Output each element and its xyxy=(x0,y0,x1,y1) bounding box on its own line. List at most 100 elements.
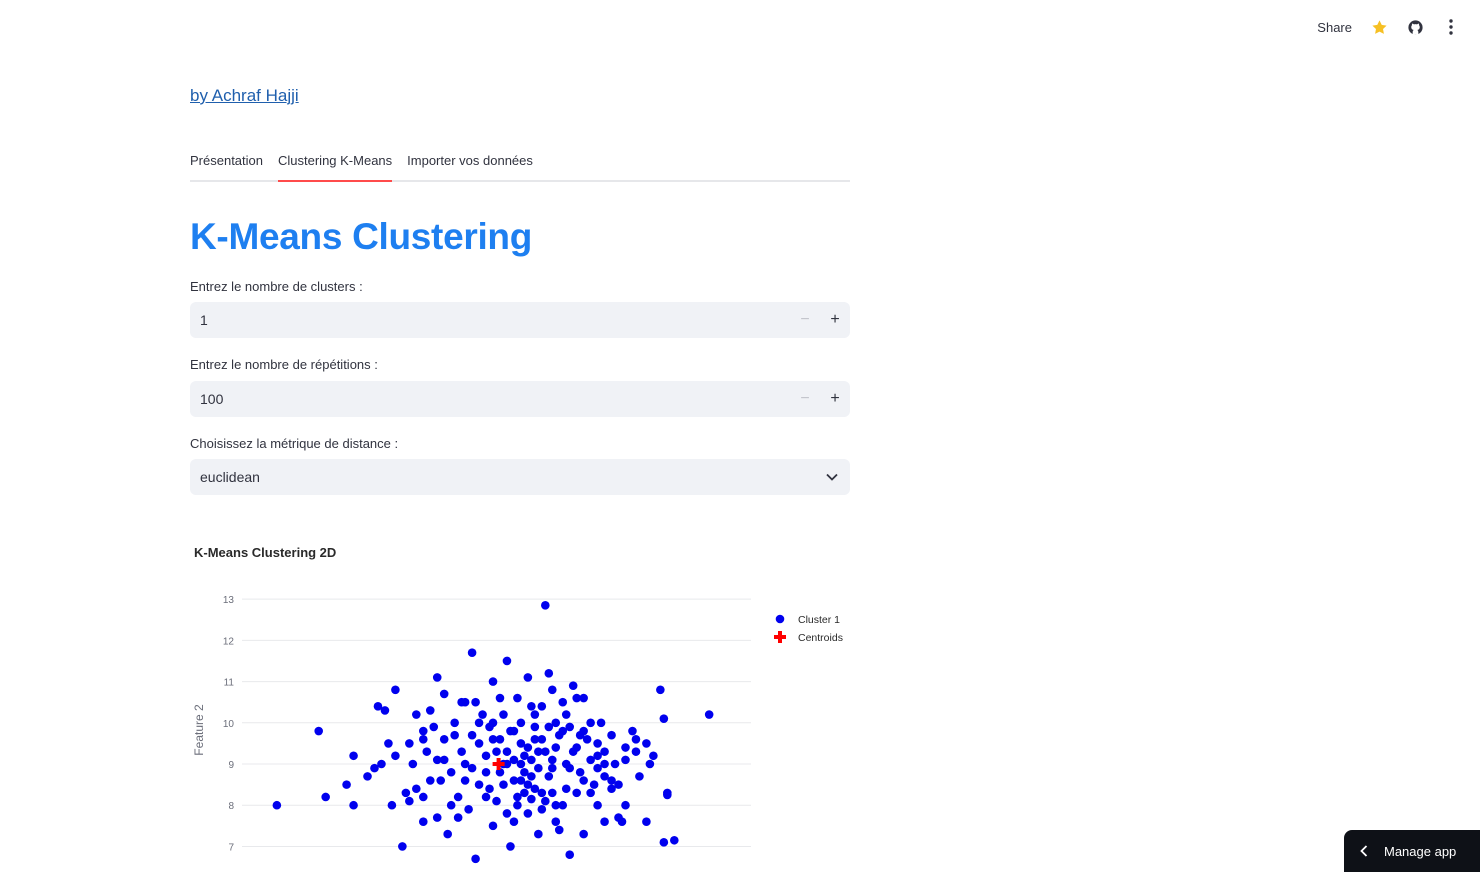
data-point xyxy=(656,685,665,695)
data-point xyxy=(561,710,571,719)
clusters-increment-button[interactable]: + xyxy=(820,302,850,338)
data-point xyxy=(495,693,505,703)
data-point xyxy=(544,772,554,781)
data-point xyxy=(561,784,571,794)
data-point xyxy=(659,714,669,723)
data-point xyxy=(349,800,358,810)
clusters-decrement-button[interactable]: − xyxy=(790,302,820,338)
manage-app-button[interactable]: Manage app xyxy=(1344,830,1480,872)
metric-select[interactable]: euclidean xyxy=(190,459,850,495)
data-point xyxy=(499,710,508,719)
y-tick-label: 12 xyxy=(223,636,235,647)
data-point xyxy=(607,730,616,740)
top-toolbar: Share xyxy=(1317,14,1460,40)
data-point xyxy=(481,751,491,761)
data-point xyxy=(516,776,526,785)
data-point xyxy=(506,842,515,851)
data-point xyxy=(499,780,508,789)
data-point xyxy=(405,796,414,806)
data-point xyxy=(509,817,519,827)
data-point xyxy=(384,739,393,748)
repetitions-decrement-button[interactable]: − xyxy=(790,381,820,417)
data-point xyxy=(467,730,477,740)
data-point xyxy=(551,743,561,752)
data-point xyxy=(380,706,390,715)
data-point xyxy=(450,718,459,728)
y-tick-label: 13 xyxy=(223,595,235,606)
data-point xyxy=(474,739,484,748)
legend-cross-marker xyxy=(778,631,782,643)
data-point xyxy=(408,759,418,769)
data-point xyxy=(460,759,470,769)
data-point xyxy=(314,726,323,736)
data-point xyxy=(439,734,449,744)
clusters-label: Entrez le nombre de clusters : xyxy=(190,279,363,294)
data-point xyxy=(586,718,595,728)
data-point xyxy=(488,718,498,728)
kebab-menu-icon[interactable] xyxy=(1442,18,1460,36)
y-tick-label: 8 xyxy=(228,801,234,812)
share-button[interactable]: Share xyxy=(1317,20,1352,35)
data-point xyxy=(391,751,400,761)
page-title: K-Means Clustering xyxy=(190,216,533,257)
data-point xyxy=(663,790,672,800)
data-point xyxy=(425,706,435,715)
data-point xyxy=(488,821,498,831)
data-point xyxy=(485,784,494,794)
data-point xyxy=(544,669,554,678)
data-point xyxy=(481,767,491,777)
data-point xyxy=(453,813,463,822)
data-point xyxy=(471,697,480,707)
data-point xyxy=(387,800,397,810)
data-point xyxy=(460,776,470,785)
clusters-input[interactable] xyxy=(190,302,790,338)
data-point xyxy=(621,800,630,810)
data-point xyxy=(579,726,588,736)
data-point xyxy=(527,755,536,765)
data-point xyxy=(446,767,456,777)
scatter-chart[interactable]: 7 8 9 10 11 12 13 Feature 2 Cluster 1 Centroids xyxy=(190,595,860,872)
data-point xyxy=(439,689,449,699)
data-point xyxy=(401,788,411,798)
data-point xyxy=(645,759,655,769)
data-point xyxy=(446,800,456,810)
data-point xyxy=(635,772,644,781)
data-point xyxy=(527,794,536,804)
tab-import-data[interactable]: Importer vos données xyxy=(407,150,533,180)
data-point xyxy=(488,734,498,744)
data-point xyxy=(363,772,372,781)
data-point xyxy=(488,677,498,686)
tab-presentation[interactable]: Présentation xyxy=(190,150,263,180)
data-point xyxy=(523,673,533,682)
data-point xyxy=(439,755,449,765)
data-point xyxy=(342,780,351,789)
data-point xyxy=(565,722,575,732)
data-point xyxy=(541,747,550,756)
legend-label: Cluster 1 xyxy=(798,614,840,626)
data-point xyxy=(575,767,585,777)
chevron-left-icon xyxy=(1344,845,1384,857)
data-point xyxy=(547,685,557,695)
chart-legend[interactable]: Cluster 1 Centroids xyxy=(774,614,843,644)
repetitions-label: Entrez le nombre de répétitions : xyxy=(190,357,378,372)
data-point xyxy=(272,800,282,810)
data-point xyxy=(565,763,575,773)
data-point xyxy=(551,718,561,728)
repetitions-input[interactable] xyxy=(190,381,790,417)
data-point xyxy=(593,739,602,748)
data-point xyxy=(617,817,627,827)
y-tick-label: 11 xyxy=(224,678,235,689)
data-point xyxy=(579,776,588,785)
data-point xyxy=(513,792,522,802)
github-icon[interactable] xyxy=(1406,18,1424,36)
legend-item[interactable]: Centroids xyxy=(774,631,843,644)
y-tick-label: 9 xyxy=(228,760,234,771)
tab-clustering-kmeans[interactable]: Clustering K-Means xyxy=(278,150,393,182)
legend-item[interactable]: Cluster 1 xyxy=(775,614,840,626)
author-link[interactable]: by Achraf Hajji xyxy=(190,86,299,106)
data-point xyxy=(457,697,466,707)
star-icon[interactable] xyxy=(1370,18,1388,36)
repetitions-increment-button[interactable]: + xyxy=(820,381,850,417)
data-point xyxy=(593,751,602,761)
data-point xyxy=(492,796,501,806)
